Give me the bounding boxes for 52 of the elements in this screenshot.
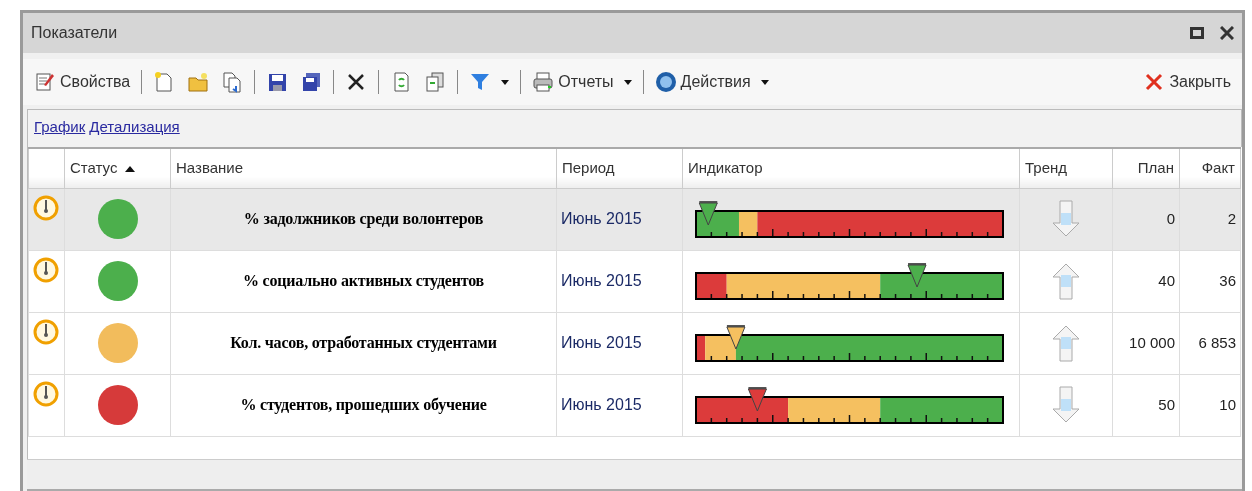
table-cell: 10 (1219, 395, 1236, 413)
table-cell: Июнь 2015 (561, 396, 642, 413)
table-cell: 36 (1219, 271, 1236, 289)
table-cell: 0 (1166, 209, 1175, 227)
filter-icon (469, 71, 492, 93)
properties-button[interactable]: Свойства (31, 68, 134, 96)
folder-icon (187, 71, 210, 93)
table-row[interactable]: % социально активных студентов Июнь 2015 40 36 (28, 250, 1241, 312)
table-cell: Июнь 2015 (561, 210, 642, 227)
gauge-pointer (907, 263, 927, 288)
maximize-icon[interactable] (1190, 26, 1204, 40)
table-cell: 40 (1158, 271, 1175, 289)
table-row[interactable]: % студентов, прошедших обучение Июнь 2015 50 10 (28, 374, 1241, 436)
column-header[interactable]: Статус (64, 148, 171, 188)
reports-button[interactable]: Отчеты (529, 68, 635, 96)
save-all-icon (300, 71, 323, 93)
table-cell: 6 853 (1198, 333, 1236, 351)
table-cell: 2 (1227, 209, 1236, 227)
link[interactable]: График (34, 118, 86, 135)
column-header[interactable]: Тренд (1019, 148, 1113, 188)
save-icon (266, 71, 289, 93)
close-button[interactable]: Закрыть (1140, 68, 1234, 96)
table-cell: % студентов, прошедших обучение (240, 396, 487, 413)
link[interactable]: Детализация (89, 118, 180, 135)
gauge-icon (33, 194, 59, 221)
gauge-icon (33, 380, 59, 407)
gauge-pointer (698, 201, 718, 226)
printer-icon (532, 71, 555, 93)
table-cell: Июнь 2015 (561, 334, 642, 351)
actions-button[interactable]: Действия (651, 68, 772, 96)
close-icon[interactable] (1220, 26, 1234, 40)
table-cell: 50 (1158, 395, 1175, 413)
gauge-icon (33, 256, 59, 283)
column-header[interactable]: Факт (1179, 148, 1241, 188)
column-header[interactable]: Индикатор (682, 148, 1020, 188)
column-header[interactable]: Название (170, 148, 557, 188)
table-cell: % социально активных студентов (242, 272, 484, 289)
table-cell: 10 000 (1129, 333, 1175, 351)
table-cell: Кол. часов, отработанных студентами (230, 334, 497, 351)
column-header[interactable]: Период (556, 148, 683, 188)
table-cell: Июнь 2015 (561, 272, 642, 289)
table-row[interactable]: % задолжников среди волонтеров Июнь 2015 0 2 (28, 188, 1241, 250)
table-row[interactable]: Кол. часов, отработанных студентами Июнь 2015 10 000 6 853 (28, 312, 1241, 374)
copy-icon (424, 71, 447, 93)
copy-document-icon (221, 71, 244, 93)
table-cell: % задолжников среди волонтеров (243, 210, 484, 227)
properties-icon (34, 71, 56, 93)
gauge-icon (33, 318, 59, 345)
window-title: Показатели (31, 23, 118, 43)
gauge-pointer (747, 387, 767, 412)
column-header[interactable]: План (1112, 148, 1180, 188)
gauge-pointer (726, 325, 746, 350)
